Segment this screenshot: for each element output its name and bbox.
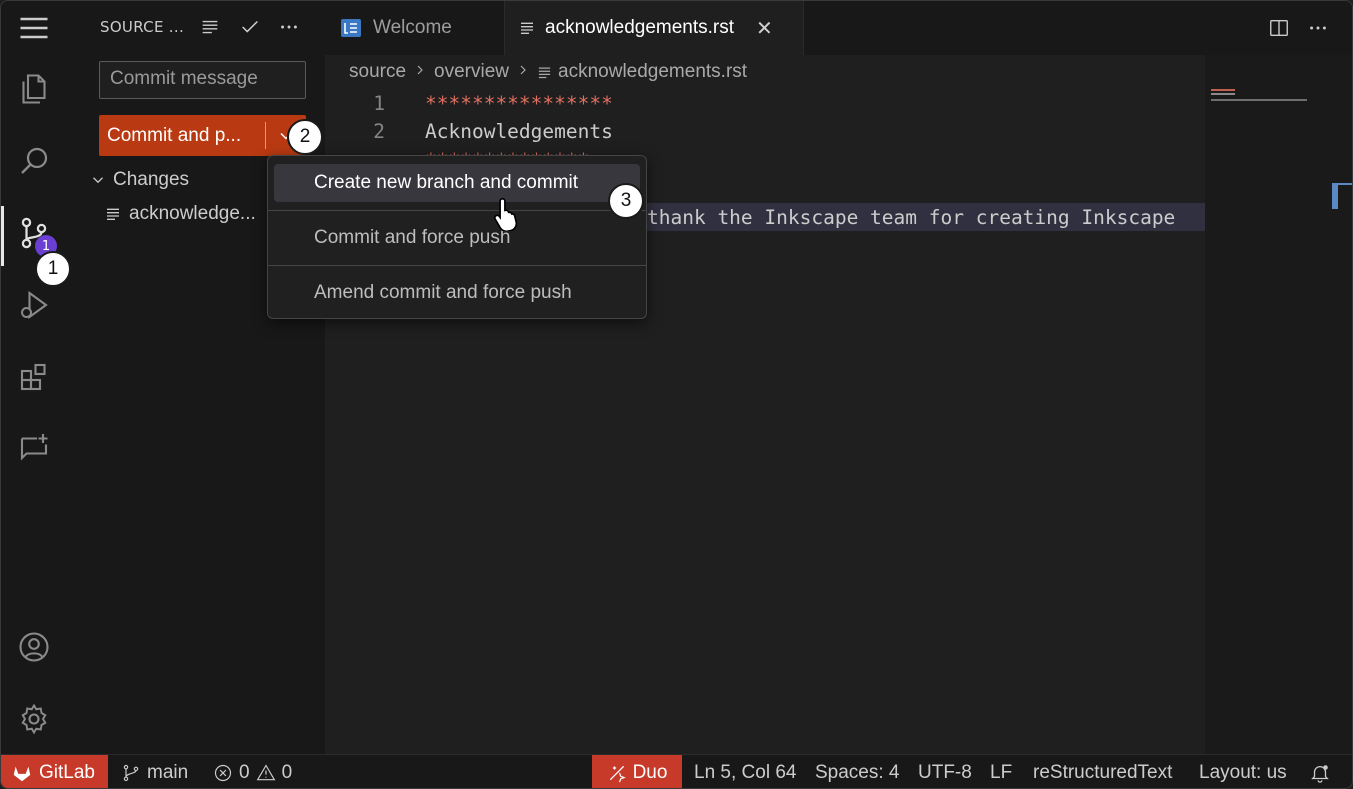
scrollbar-marker-cap — [1332, 183, 1352, 185]
changes-section-header[interactable]: Changes — [89, 169, 189, 191]
close-icon[interactable]: ✕ — [756, 16, 773, 41]
encoding[interactable]: UTF-8 — [918, 755, 972, 788]
vscode-window: 1 SOURCE ... Commit message Commit and p… — [0, 0, 1353, 789]
commit-message-input[interactable]: Commit message — [99, 61, 306, 99]
welcome-icon — [341, 19, 361, 37]
duo-status-item[interactable]: Duo — [592, 755, 682, 788]
panel-title: SOURCE ... — [100, 18, 185, 36]
step-marker-3: 3 — [608, 183, 644, 219]
error-icon — [214, 764, 232, 781]
tab-welcome[interactable]: Welcome — [325, 1, 505, 55]
branch-label: main — [147, 761, 189, 783]
menu-item-commit-force-push[interactable]: Commit and force push — [274, 219, 640, 257]
chevron-right-icon — [515, 62, 531, 83]
line-text: thank the Inkscape team for creating Ink… — [647, 205, 1176, 229]
file-lines-icon — [107, 208, 119, 220]
activity-bar: 1 — [1, 1, 67, 754]
menu-icon[interactable] — [1, 1, 67, 55]
minimap-line — [1211, 99, 1307, 101]
code-line: 1 **************** — [325, 89, 613, 117]
gitlab-logo-icon — [13, 766, 31, 781]
view-as-tree-icon[interactable] — [198, 15, 222, 39]
menu-item-amend-force-push[interactable]: Amend commit and force push — [274, 274, 640, 312]
changed-file-name: acknowledge... — [129, 203, 256, 224]
branch-status-item[interactable]: main — [121, 755, 189, 788]
breadcrumb-item[interactable]: acknowledgements.rst — [558, 61, 747, 83]
tab-label: Welcome — [373, 17, 452, 38]
line-number: 2 — [373, 119, 385, 143]
language-mode[interactable]: reStructuredText — [1033, 755, 1172, 788]
step-marker-2: 2 — [287, 119, 323, 155]
breadcrumb-item[interactable]: overview — [434, 61, 509, 83]
menu-divider — [268, 265, 646, 266]
scrollbar-marker[interactable] — [1332, 183, 1338, 209]
breadcrumb: source overview acknowledgements.rst — [349, 59, 747, 85]
problems-status-item[interactable]: 0 0 — [213, 755, 293, 788]
commit-check-icon[interactable] — [238, 15, 262, 39]
line-text: **************** — [425, 91, 613, 115]
chat-sparkle-icon[interactable] — [1, 419, 67, 479]
extensions-icon[interactable] — [1, 347, 67, 407]
tab-label: acknowledgements.rst — [545, 17, 735, 38]
changed-file-item[interactable]: acknowledge... — [105, 203, 256, 225]
commit-button-label: Commit and p... — [107, 124, 242, 146]
code-line-highlighted: thank the Inkscape team for creating Ink… — [647, 203, 1205, 231]
menu-divider — [268, 210, 646, 211]
duo-sparkle-off-icon — [609, 765, 626, 782]
step-marker-1: 1 — [35, 251, 71, 287]
minimap-line — [1211, 93, 1235, 95]
gitlab-status-item[interactable]: GitLab — [1, 755, 108, 788]
hand-cursor-icon — [493, 197, 518, 231]
file-lines-icon — [521, 22, 533, 34]
minimap[interactable] — [1205, 55, 1352, 754]
explorer-icon[interactable] — [1, 59, 67, 119]
file-lines-icon — [538, 67, 551, 78]
more-actions-icon[interactable] — [1305, 15, 1331, 41]
source-control-panel: SOURCE ... Commit message Commit and p..… — [67, 1, 325, 754]
settings-gear-icon[interactable] — [1, 689, 67, 749]
warning-count: 0 — [281, 761, 293, 783]
line-text: Acknowledgements — [425, 119, 613, 143]
end-of-line[interactable]: LF — [990, 755, 1012, 788]
error-count: 0 — [239, 761, 250, 783]
warning-icon — [256, 763, 275, 780]
editor-tab-bar: Welcome acknowledgements.rst ✕ — [325, 1, 1352, 55]
git-branch-icon — [123, 764, 139, 781]
account-icon[interactable] — [1, 617, 67, 677]
line-number: 1 — [373, 91, 385, 115]
tab-acknowledgements[interactable]: acknowledgements.rst ✕ — [505, 1, 804, 55]
code-line: 2 Acknowledgements — [325, 117, 613, 145]
duo-label: Duo — [632, 761, 668, 783]
commit-button[interactable]: Commit and p... — [99, 115, 306, 156]
changes-label: Changes — [113, 169, 190, 190]
indentation[interactable]: Spaces: 4 — [815, 755, 900, 788]
breadcrumb-item[interactable]: source — [349, 61, 406, 83]
search-icon[interactable] — [1, 131, 67, 191]
split-editor-icon[interactable] — [1266, 15, 1292, 41]
more-actions-icon[interactable] — [277, 15, 301, 39]
commit-options-menu: Create new branch and commit Commit and … — [267, 155, 647, 319]
gitlab-label: GitLab — [39, 761, 95, 783]
cursor-position[interactable]: Ln 5, Col 64 — [694, 755, 796, 788]
menu-item-create-branch-commit[interactable]: Create new branch and commit — [274, 164, 640, 202]
status-bar: GitLab main 0 0 Duo Ln 5, Col 64 Spaces:… — [1, 754, 1352, 788]
chevron-right-icon — [412, 62, 428, 83]
notifications-bell-icon[interactable] — [1309, 755, 1331, 788]
keyboard-layout[interactable]: Layout: us — [1199, 755, 1287, 788]
chevron-down-icon — [93, 177, 103, 184]
minimap-line — [1211, 89, 1235, 91]
